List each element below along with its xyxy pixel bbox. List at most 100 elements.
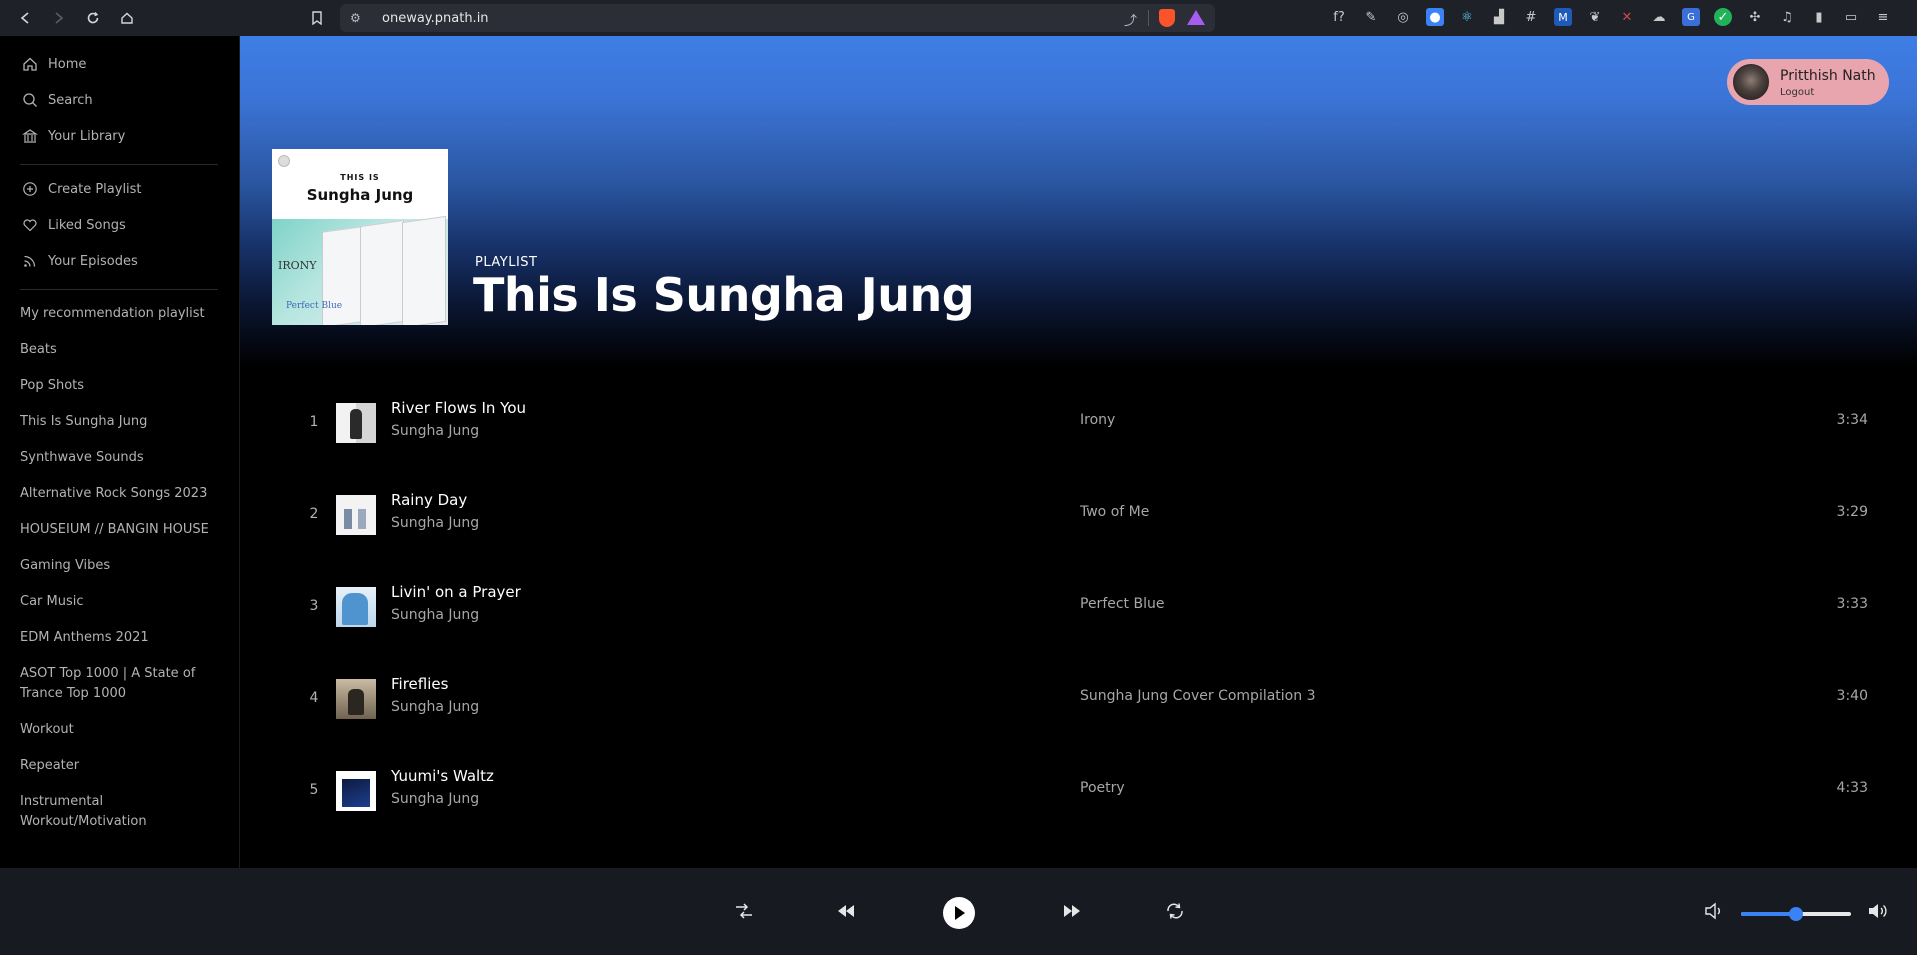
artist-figure [342,593,368,625]
track-number: 1 [309,414,319,430]
artist-figure [344,509,352,529]
track-name[interactable]: Livin' on a Prayer [391,583,521,601]
m-extension-icon[interactable]: M [1554,8,1572,26]
forward-icon[interactable] [42,3,76,33]
incognito-extension-icon[interactable]: ☁ [1650,8,1668,26]
cover-album-text: Perfect Blue [286,301,343,311]
sidebar-toggle-icon[interactable]: ▮ [1810,8,1828,26]
track-number: 2 [309,506,319,522]
logout-link[interactable]: Logout [1780,87,1814,98]
track-row[interactable]: 4 Fireflies Sungha Jung Sungha Jung Cove… [240,652,1917,744]
sidebar-playlist[interactable]: Alternative Rock Songs 2023 [20,484,220,504]
sidebar-item-home[interactable]: Home [20,54,86,74]
volume-low-icon[interactable] [1701,898,1727,924]
sidebar-playlist[interactable]: My recommendation playlist [20,304,220,324]
blocker-extension-icon[interactable]: ✕ [1618,8,1636,26]
track-name[interactable]: Rainy Day [391,491,467,509]
track-artist[interactable]: Sungha Jung [391,515,479,531]
track-artist[interactable]: Sungha Jung [391,791,479,807]
user-menu[interactable]: Pritthish Nath Logout [1727,59,1889,105]
sidebar-playlist[interactable]: Beats [20,340,220,360]
sidebar-playlist[interactable]: HOUSEIUM // BANGIN HOUSE [20,520,220,540]
track-row[interactable]: 3 Livin' on a Prayer Sungha Jung Perfect… [240,560,1917,652]
track-row[interactable]: 2 Rainy Day Sungha Jung Two of Me 3:29 [240,468,1917,560]
sidebar-item-search[interactable]: Search [20,90,93,110]
track-artist[interactable]: Sungha Jung [391,607,479,623]
reload-icon[interactable] [76,3,110,33]
track-artist[interactable]: Sungha Jung [391,423,479,439]
sidebar-playlist[interactable]: ASOT Top 1000 | A State of Trance Top 10… [20,664,220,704]
play-button[interactable] [943,897,975,929]
volume-slider[interactable] [1741,907,1851,921]
sidebar-playlist[interactable]: This Is Sungha Jung [20,412,220,432]
home-browser-icon[interactable] [110,3,144,33]
site-info-icon[interactable]: ⚙ [350,11,368,25]
bookmark-icon[interactable] [305,6,329,30]
chart-extension-icon[interactable]: ▟ [1490,8,1508,26]
track-name[interactable]: Yuumi's Waltz [391,767,494,785]
sidebar-playlist[interactable]: Gaming Vibes [20,556,220,576]
track-artist[interactable]: Sungha Jung [391,699,479,715]
track-thumbnail [336,679,376,719]
sidebar-item-label: Liked Songs [48,217,126,233]
heart-icon [20,215,40,235]
sidebar-item-liked-songs[interactable]: Liked Songs [20,215,126,235]
sidebar-playlist[interactable]: Repeater [20,756,220,776]
extensions-puzzle-icon[interactable]: ✣ [1746,8,1764,26]
track-row[interactable]: 5 Yuumi's Waltz Sungha Jung Poetry 4:33 [240,744,1917,836]
sidebar-playlist[interactable]: Synthwave Sounds [20,448,220,468]
previous-icon[interactable] [833,898,859,924]
url-text[interactable]: oneway.pnath.in [382,11,489,26]
sidebar-playlist[interactable]: Workout [20,720,220,740]
track-album[interactable]: Perfect Blue [1080,596,1164,612]
back-icon[interactable] [8,3,42,33]
sidebar-item-your-episodes[interactable]: Your Episodes [20,251,138,271]
sidebar-playlist[interactable]: Car Music [20,592,220,612]
sidebar-item-label: Create Playlist [48,181,142,197]
track-number: 5 [309,782,319,798]
target-extension-icon[interactable]: ◎ [1394,8,1412,26]
track-album[interactable]: Sungha Jung Cover Compilation 3 [1080,688,1315,704]
menu-icon[interactable]: ≡ [1874,8,1892,26]
leaf-extension-icon[interactable]: ❦ [1586,8,1604,26]
sidebar-playlist[interactable]: Instrumental Workout/Motivation [20,792,220,832]
brave-rewards-icon[interactable] [1187,10,1205,25]
sidebar-playlist[interactable]: Pop Shots [20,376,220,396]
crop-extension-icon[interactable]: # [1522,8,1540,26]
url-divider [1148,10,1149,26]
translate-icon[interactable]: G [1682,8,1700,26]
track-name[interactable]: River Flows In You [391,399,526,417]
share-icon[interactable]: ⤴ [1124,10,1137,29]
screen-recorder-icon[interactable]: ● [1426,8,1444,26]
shuffle-icon[interactable] [731,898,757,924]
track-duration: 3:33 [1836,596,1868,612]
track-number: 3 [309,598,319,614]
track-name[interactable]: Fireflies [391,675,448,693]
track-duration: 3:40 [1836,688,1868,704]
address-bar[interactable]: ⚙ oneway.pnath.in ⤴ [340,4,1215,32]
cover-small-text: THIS IS [340,173,380,182]
track-thumbnail [336,403,376,443]
formula-extension-icon[interactable]: f? [1330,8,1348,26]
playlist-title: This Is Sungha Jung [473,268,975,322]
react-devtools-icon[interactable]: ⚛ [1458,8,1476,26]
repeat-icon[interactable] [1162,898,1188,924]
next-icon[interactable] [1059,898,1085,924]
media-control-icon[interactable]: ♫ [1778,8,1796,26]
track-album[interactable]: Poetry [1080,780,1125,796]
track-album[interactable]: Two of Me [1080,504,1149,520]
color-picker-icon[interactable]: ✎ [1362,8,1380,26]
sidebar-item-library[interactable]: Your Library [20,126,125,146]
avatar[interactable] [1733,64,1769,100]
track-album[interactable]: Irony [1080,412,1115,428]
volume-high-icon[interactable] [1865,898,1891,924]
brave-shields-icon[interactable] [1159,9,1175,27]
green-extension-icon[interactable]: ✓ [1714,8,1732,26]
sidebar-playlist[interactable]: EDM Anthems 2021 [20,628,220,648]
volume-handle[interactable] [1789,907,1803,921]
playlist-cover: THIS IS Sungha Jung IRONY Perfect Blue [272,149,448,325]
wallet-icon[interactable]: ▭ [1842,8,1860,26]
track-row[interactable]: 1 River Flows In You Sungha Jung Irony 3… [240,376,1917,468]
main-content: THIS IS Sungha Jung IRONY Perfect Blue P… [240,36,1917,868]
sidebar-item-create-playlist[interactable]: Create Playlist [20,179,142,199]
